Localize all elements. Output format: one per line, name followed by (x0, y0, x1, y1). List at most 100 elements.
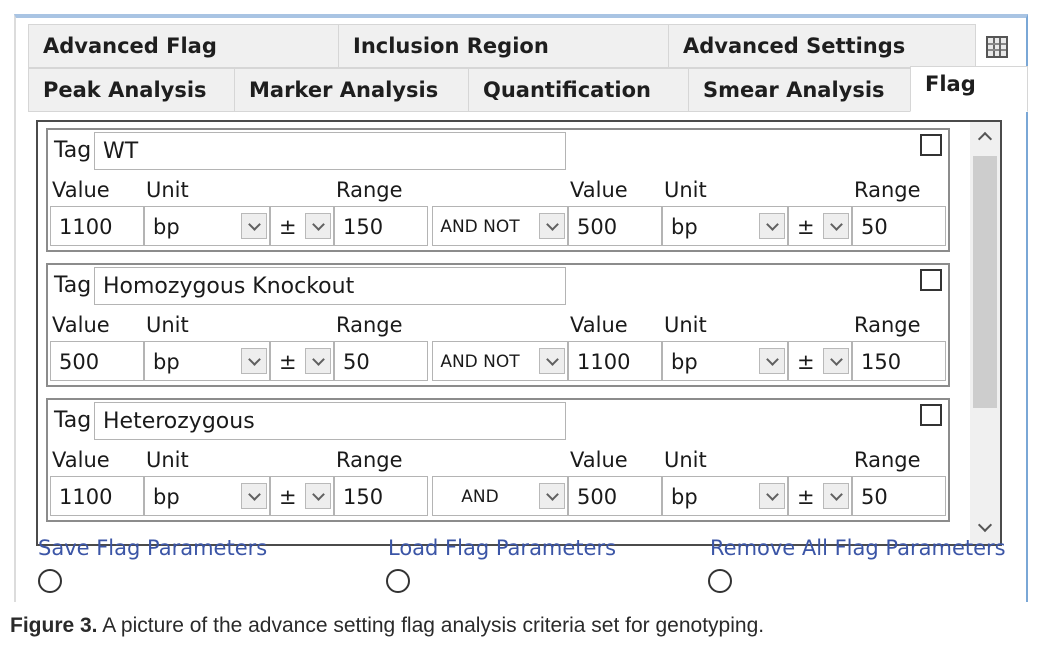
unit-select-1[interactable]: bp (144, 206, 270, 246)
chevron-down-icon[interactable] (241, 348, 267, 374)
flag-checkbox[interactable] (920, 269, 942, 291)
logic-value: AND (461, 487, 499, 507)
chevron-down-icon[interactable] (823, 213, 849, 239)
unit-value: bp (153, 215, 180, 239)
plus-minus-select-1[interactable]: ± (270, 206, 334, 246)
range-input-1[interactable]: 150 (334, 206, 428, 246)
range-input-1[interactable]: 150 (334, 476, 428, 516)
caption-text: A picture of the advance setting flag an… (97, 614, 765, 637)
unit-select-2[interactable]: bp (662, 476, 788, 516)
value-input-2[interactable]: 500 (568, 206, 662, 246)
range-label: Range (336, 313, 403, 337)
plus-minus-select-1[interactable]: ± (270, 476, 334, 516)
chevron-down-icon[interactable] (305, 348, 331, 374)
value-input-2[interactable]: 500 (568, 476, 662, 516)
unit-label: Unit (146, 313, 189, 337)
plus-minus-select-2[interactable]: ± (788, 206, 852, 246)
tab-advanced-settings[interactable]: Advanced Settings (668, 24, 976, 68)
tab-inclusion-region[interactable]: Inclusion Region (338, 24, 670, 68)
range-label: Range (336, 448, 403, 472)
chevron-down-icon[interactable] (759, 483, 785, 509)
scroll-up-icon[interactable] (970, 124, 1000, 150)
value-input-1[interactable]: 1100 (50, 206, 144, 246)
tag-input[interactable]: WT (94, 132, 566, 170)
plus-minus-value: ± (797, 215, 815, 239)
tab-marker-analysis[interactable]: Marker Analysis (234, 68, 470, 112)
unit-label-2: Unit (664, 313, 707, 337)
plus-minus-value: ± (279, 485, 297, 509)
flag-checkbox[interactable] (920, 404, 942, 426)
chevron-down-icon[interactable] (539, 483, 565, 509)
plus-minus-value: ± (797, 485, 815, 509)
range-label-2: Range (854, 448, 921, 472)
grid-columns-icon[interactable] (986, 36, 1008, 58)
chevron-down-icon[interactable] (305, 213, 331, 239)
vertical-scrollbar[interactable] (970, 122, 1000, 544)
flag-group-heterozygous: Tag Heterozygous Value Unit Range Value … (46, 398, 950, 522)
unit-value: bp (671, 485, 698, 509)
range-input-1[interactable]: 50 (334, 341, 428, 381)
tag-label: Tag (54, 273, 92, 298)
remove-radio[interactable] (708, 569, 732, 593)
load-radio[interactable] (386, 569, 410, 593)
chevron-down-icon[interactable] (759, 213, 785, 239)
value-label-2: Value (570, 178, 628, 202)
logic-select[interactable]: AND (432, 476, 568, 516)
chevron-down-icon[interactable] (241, 483, 267, 509)
value-input-2[interactable]: 1100 (568, 341, 662, 381)
plus-minus-select-2[interactable]: ± (788, 341, 852, 381)
flag-settings-window: Advanced Flag Inclusion Region Advanced … (14, 14, 1028, 602)
remove-all-flag-parameters-link[interactable]: Remove All Flag Parameters (710, 536, 1006, 560)
logic-select[interactable]: AND NOT (432, 206, 568, 246)
flag-group-homozygous-knockout: Tag Homozygous Knockout Value Unit Range… (46, 263, 950, 387)
chevron-down-icon[interactable] (539, 348, 565, 374)
tab-advanced-flag[interactable]: Advanced Flag (28, 24, 340, 68)
range-input-2[interactable]: 150 (852, 341, 946, 381)
chevron-down-icon[interactable] (759, 348, 785, 374)
logic-value: AND NOT (440, 352, 520, 372)
tag-label: Tag (54, 138, 92, 163)
flag-group-wt: Tag WT Value Unit Range Value Unit Range… (46, 128, 950, 252)
chevron-down-icon[interactable] (305, 483, 331, 509)
unit-value: bp (153, 485, 180, 509)
unit-select-1[interactable]: bp (144, 476, 270, 516)
chevron-down-icon[interactable] (241, 213, 267, 239)
value-label: Value (52, 448, 110, 472)
unit-label: Unit (146, 178, 189, 202)
value-label-2: Value (570, 448, 628, 472)
range-label-2: Range (854, 178, 921, 202)
save-radio[interactable] (38, 569, 62, 593)
scroll-thumb[interactable] (973, 156, 997, 408)
chevron-down-icon[interactable] (823, 483, 849, 509)
value-input-1[interactable]: 1100 (50, 476, 144, 516)
load-flag-parameters-link[interactable]: Load Flag Parameters (388, 536, 616, 560)
logic-value: AND NOT (440, 217, 520, 237)
plus-minus-value: ± (279, 350, 297, 374)
unit-value: bp (153, 350, 180, 374)
chevron-down-icon[interactable] (539, 213, 565, 239)
unit-select-2[interactable]: bp (662, 206, 788, 246)
plus-minus-select-2[interactable]: ± (788, 476, 852, 516)
range-input-2[interactable]: 50 (852, 476, 946, 516)
logic-select[interactable]: AND NOT (432, 341, 568, 381)
tab-peak-analysis[interactable]: Peak Analysis (28, 68, 236, 112)
range-input-2[interactable]: 50 (852, 206, 946, 246)
tab-smear-analysis[interactable]: Smear Analysis (688, 68, 912, 112)
unit-value: bp (671, 350, 698, 374)
tab-quantification[interactable]: Quantification (468, 68, 690, 112)
plus-minus-select-1[interactable]: ± (270, 341, 334, 381)
unit-value: bp (671, 215, 698, 239)
range-label-2: Range (854, 313, 921, 337)
flag-checkbox[interactable] (920, 134, 942, 156)
unit-select-2[interactable]: bp (662, 341, 788, 381)
tag-input[interactable]: Homozygous Knockout (94, 267, 566, 305)
tag-input[interactable]: Heterozygous (94, 402, 566, 440)
value-input-1[interactable]: 500 (50, 341, 144, 381)
chevron-down-icon[interactable] (823, 348, 849, 374)
save-flag-parameters-link[interactable]: Save Flag Parameters (38, 536, 267, 560)
tab-flag[interactable]: Flag (910, 66, 1028, 112)
unit-select-1[interactable]: bp (144, 341, 270, 381)
unit-label-2: Unit (664, 448, 707, 472)
value-label: Value (52, 313, 110, 337)
figure-caption: Figure 3. A picture of the advance setti… (10, 614, 764, 638)
